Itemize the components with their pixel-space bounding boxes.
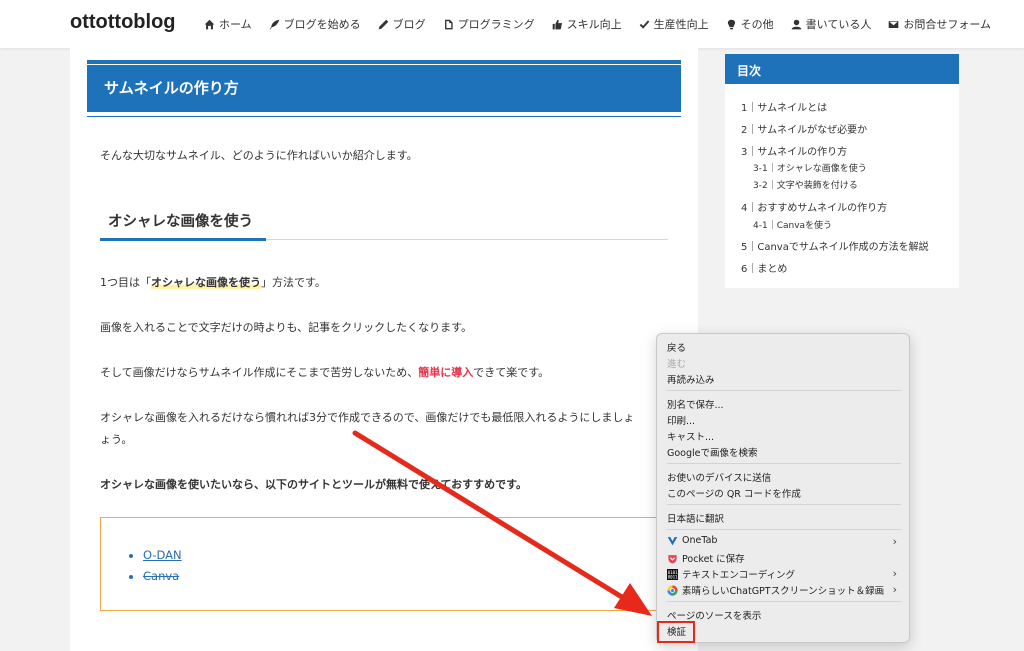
toc-item[interactable]: 5｜Canvaでサムネイル作成の方法を解説 — [741, 238, 929, 253]
menu-item-qr-code[interactable]: このページの QR コードを作成 — [667, 486, 801, 500]
paragraph-three-minutes: オシャレな画像を入れるだけなら慣れれば3分で作成できるので、画像だけでも最低限入… — [100, 411, 635, 424]
check-icon — [639, 19, 649, 29]
context-menu: 戻る 進む 再読み込み 別名で保存... 印刷... キャスト... Googl… — [656, 333, 910, 643]
lightbulb-icon — [727, 19, 735, 29]
feather-icon — [269, 19, 279, 29]
toc-item[interactable]: 2｜サムネイルがなぜ必要か — [741, 121, 867, 136]
toc-subitem[interactable]: 4-1｜Canvaを使う — [753, 218, 832, 231]
onetab-icon — [667, 537, 678, 546]
subsection-heading-text: オシャレな画像を使う — [108, 214, 253, 230]
toc-subitem[interactable]: 3-2｜文字や装飾を付ける — [753, 178, 858, 191]
menu-separator — [667, 390, 901, 391]
inspect-highlight-box — [657, 621, 695, 643]
nav-item-author[interactable]: 書いている人 — [791, 16, 871, 32]
submenu-chevron-icon: › — [892, 567, 897, 580]
binary-icon: 01010011 — [667, 568, 678, 580]
menu-separator — [667, 504, 901, 505]
home-icon — [204, 19, 215, 29]
menu-item-cast[interactable]: キャスト... — [667, 429, 714, 443]
subsection-heading-underline — [100, 238, 266, 241]
menu-item-forward: 進む — [667, 359, 687, 370]
toc-item[interactable]: 3｜サムネイルの作り方 — [741, 143, 847, 158]
site-header: ottottoblog ホーム ブログを始める ブログ プログラミング スキル向… — [0, 0, 1024, 48]
nav-item-programming[interactable]: プログラミング — [443, 16, 535, 32]
section-heading-text: サムネイルの作り方 — [104, 79, 239, 97]
article-content: サムネイルの作り方 そんな大切なサムネイル、どのように作ればいいか紹介します。 … — [70, 48, 698, 651]
menu-item-pocket[interactable]: Pocket に保存 — [667, 551, 745, 565]
menu-item-reload[interactable]: 再読み込み — [667, 372, 715, 386]
svg-text:0011: 0011 — [668, 574, 678, 579]
subsection-heading: オシャレな画像を使う — [100, 206, 668, 241]
link-box: O-DAN Canva — [100, 517, 668, 611]
menu-item-save-as[interactable]: 別名で保存... — [667, 397, 724, 411]
nav-item-blog[interactable]: ブログ — [378, 16, 426, 32]
paragraph-recommend: オシャレな画像を使いたいなら、以下のサイトとツールが無料で使えておすすめです。 — [100, 478, 528, 491]
pen-icon — [378, 19, 388, 29]
paragraph-click: 画像を入れることで文字だけの時よりも、記事をクリックしたくなります。 — [100, 321, 473, 334]
menu-item-back[interactable]: 戻る — [667, 340, 686, 354]
user-icon — [791, 19, 801, 29]
toc-title: 目次 — [725, 54, 959, 84]
menu-item-text-encoding[interactable]: 0101 0011 テキストエンコーディング — [667, 567, 795, 581]
toc-item[interactable]: 6｜まとめ — [741, 260, 787, 275]
main-nav: ホーム ブログを始める ブログ プログラミング スキル向上 生産性向上 その他 — [204, 16, 991, 32]
highlighted-text: オシャレな画像を使う — [151, 276, 261, 289]
paragraph-method: 1つ目は「オシャレな画像を使う」方法です。 — [100, 276, 326, 289]
menu-separator — [667, 601, 901, 602]
nav-item-start-blog[interactable]: ブログを始める — [269, 16, 361, 32]
link-canva[interactable]: Canva — [143, 566, 182, 587]
paragraph-easy: そして画像だけならサムネイル作成にそこまで苦労しないため、簡単に導入できて楽です… — [100, 366, 550, 379]
link-list: O-DAN Canva — [143, 545, 182, 587]
nav-item-other[interactable]: その他 — [726, 16, 774, 32]
nav-item-home[interactable]: ホーム — [204, 16, 252, 32]
toc-item[interactable]: 4｜おすすめサムネイルの作り方 — [741, 199, 887, 214]
toc-item[interactable]: 1｜サムネイルとは — [741, 99, 827, 114]
menu-item-print[interactable]: 印刷... — [667, 413, 695, 427]
menu-item-translate[interactable]: 日本語に翻訳 — [667, 511, 724, 525]
screenshot-extension-icon — [667, 584, 678, 596]
thumbs-up-icon — [552, 19, 562, 29]
nav-item-productivity[interactable]: 生産性向上 — [639, 16, 709, 32]
nav-item-skill-up[interactable]: スキル向上 — [552, 16, 622, 32]
table-of-contents: 目次 1｜サムネイルとは 2｜サムネイルがなぜ必要か 3｜サムネイルの作り方 3… — [725, 54, 959, 288]
link-o-dan[interactable]: O-DAN — [143, 545, 182, 566]
section-heading: サムネイルの作り方 — [87, 60, 681, 117]
submenu-chevron-icon: › — [892, 535, 897, 548]
document-icon — [444, 19, 453, 29]
site-logo[interactable]: ottottoblog — [70, 11, 176, 34]
toc-subitem[interactable]: 3-1｜オシャレな画像を使う — [753, 161, 867, 174]
menu-item-chatgpt-screenshot[interactable]: 素晴らしいChatGPTスクリーンショット＆録画 — [667, 583, 884, 597]
menu-item-search-image[interactable]: Googleで画像を検索 — [667, 445, 758, 459]
nav-item-contact[interactable]: お問合せフォーム — [888, 16, 991, 32]
paragraph-three-minutes-cont: ょう。 — [100, 433, 133, 446]
red-emphasis-text: 簡単に導入 — [418, 366, 474, 379]
menu-item-onetab[interactable]: OneTab — [667, 535, 717, 546]
submenu-chevron-icon: › — [892, 583, 897, 596]
menu-separator — [667, 463, 901, 464]
menu-item-view-source[interactable]: ページのソースを表示 — [667, 608, 761, 622]
pocket-icon — [668, 554, 677, 563]
menu-item-send-device[interactable]: お使いのデバイスに送信 — [667, 470, 771, 484]
menu-separator — [667, 529, 901, 530]
intro-paragraph: そんな大切なサムネイル、どのように作ればいいか紹介します。 — [100, 149, 418, 162]
mail-icon — [889, 20, 899, 28]
